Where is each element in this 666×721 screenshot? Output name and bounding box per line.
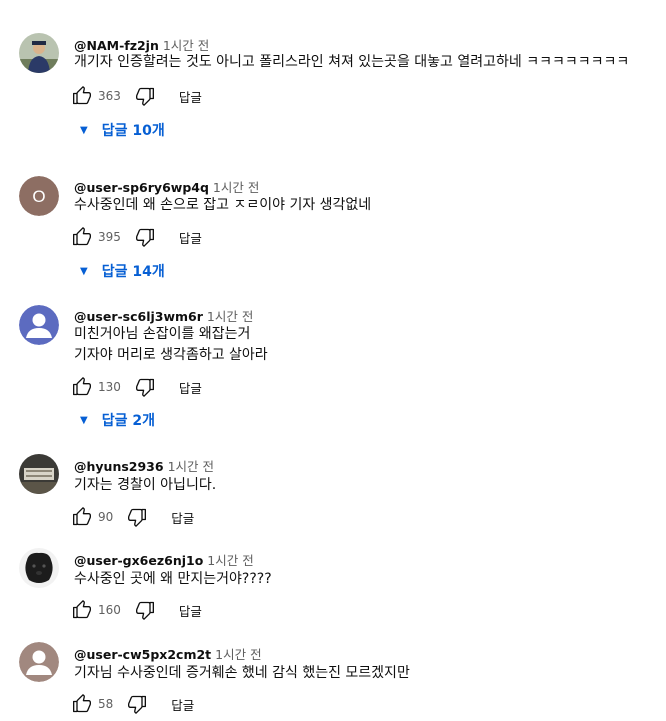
comment-actions: 130 답글 bbox=[72, 376, 202, 398]
avatar[interactable] bbox=[19, 642, 59, 682]
timestamp[interactable]: 1시간 전 bbox=[215, 647, 261, 662]
like-button[interactable]: 130 bbox=[72, 377, 121, 397]
author-handle[interactable]: @user-gx6ez6nj1o bbox=[74, 553, 203, 568]
dislike-button[interactable] bbox=[135, 227, 155, 247]
avatar[interactable] bbox=[19, 33, 59, 73]
thumbs-up-icon bbox=[73, 227, 92, 246]
comment-actions: 160 답글 bbox=[72, 599, 202, 621]
reply-button[interactable]: 답글 bbox=[171, 508, 194, 527]
replies-label: 답글 14개 bbox=[101, 264, 165, 280]
comment-line: 기자님 수사중인데 증거훼손 했네 감식 했는진 모르겠지만 bbox=[74, 665, 410, 681]
comment-text: 개기자 인증할려는 것도 아니고 폴리스라인 쳐져 있는곳을 대놓고 열려고하네… bbox=[74, 52, 629, 73]
like-button[interactable]: 363 bbox=[72, 86, 121, 106]
avatar[interactable] bbox=[19, 305, 59, 345]
like-count: 160 bbox=[98, 603, 121, 617]
dislike-button[interactable] bbox=[135, 86, 155, 106]
comment-line: 수사중인 곳에 왜 만지는거야???? bbox=[74, 571, 272, 587]
caret-down-icon: ▼ bbox=[80, 414, 88, 426]
like-button[interactable]: 395 bbox=[72, 227, 121, 247]
comment-line: 기자야 머리로 생각좀하고 살아라 bbox=[74, 347, 268, 363]
thumbs-up-icon bbox=[73, 600, 92, 619]
dislike-button[interactable] bbox=[127, 507, 147, 527]
like-count: 58 bbox=[98, 697, 114, 711]
comment-meta: @user-cw5px2cm2t 1시간 전 bbox=[74, 644, 262, 663]
author-handle[interactable]: @user-cw5px2cm2t bbox=[74, 647, 211, 662]
thumbs-up-icon bbox=[73, 507, 92, 526]
like-count: 130 bbox=[98, 380, 121, 394]
avatar[interactable] bbox=[19, 454, 59, 494]
timestamp[interactable]: 1시간 전 bbox=[163, 38, 209, 53]
like-button[interactable]: 160 bbox=[72, 600, 121, 620]
comment-text: 수사중인데 왜 손으로 잡고 ㅈㄹ이야 기자 생각없네 bbox=[74, 195, 371, 216]
comment-line: 미친거아님 손잡이를 왜잡는거 bbox=[74, 326, 251, 342]
comment-actions: 395 답글 bbox=[72, 226, 202, 248]
comment-meta: @user-sc6lj3wm6r 1시간 전 bbox=[74, 306, 253, 325]
replies-label: 답글 2개 bbox=[101, 413, 155, 429]
view-replies-button[interactable]: ▼ 답글 14개 bbox=[80, 261, 165, 281]
timestamp[interactable]: 1시간 전 bbox=[213, 180, 259, 195]
avatar[interactable]: O bbox=[19, 176, 59, 216]
thumbs-down-icon bbox=[128, 695, 147, 714]
comment-actions: 58 답글 bbox=[72, 693, 194, 715]
replies-label: 답글 10개 bbox=[101, 123, 165, 139]
dislike-button[interactable] bbox=[135, 600, 155, 620]
thumbs-up-icon bbox=[73, 377, 92, 396]
like-button[interactable]: 58 bbox=[72, 694, 113, 714]
comment-line: 개기자 인증할려는 것도 아니고 폴리스라인 쳐져 있는곳을 대놓고 열려고하네… bbox=[74, 54, 630, 70]
comment-meta: @user-sp6ry6wp4q 1시간 전 bbox=[74, 177, 259, 196]
comment-line: 기자는 경찰이 아닙니다. bbox=[74, 477, 217, 493]
comment-meta: @hyuns2936 1시간 전 bbox=[74, 456, 214, 475]
avatar-letter-icon: O bbox=[19, 176, 59, 216]
avatar-letter: O bbox=[32, 187, 45, 206]
like-count: 363 bbox=[98, 89, 121, 103]
author-handle[interactable]: @user-sp6ry6wp4q bbox=[74, 180, 209, 195]
like-button[interactable]: 90 bbox=[72, 507, 113, 527]
timestamp[interactable]: 1시간 전 bbox=[207, 309, 253, 324]
comment-text: 기자는 경찰이 아닙니다. bbox=[74, 475, 216, 496]
reply-button[interactable]: 답글 bbox=[179, 601, 202, 620]
default-user-icon bbox=[19, 305, 59, 345]
author-handle[interactable]: @hyuns2936 bbox=[74, 459, 164, 474]
thumbs-up-icon bbox=[73, 694, 92, 713]
dislike-button[interactable] bbox=[127, 694, 147, 714]
thumbs-down-icon bbox=[135, 228, 154, 247]
thumbs-down-icon bbox=[135, 601, 154, 620]
comment-text: 기자님 수사중인데 증거훼손 했네 감식 했는진 모르겠지만 bbox=[74, 663, 410, 684]
avatar-photo-icon bbox=[19, 548, 59, 588]
timestamp[interactable]: 1시간 전 bbox=[168, 459, 214, 474]
comment-text: 수사중인 곳에 왜 만지는거야???? bbox=[74, 569, 272, 590]
comment-line: 수사중인데 왜 손으로 잡고 ㅈㄹ이야 기자 생각없네 bbox=[74, 197, 372, 213]
comment-meta: @user-gx6ez6nj1o 1시간 전 bbox=[74, 550, 254, 569]
caret-down-icon: ▼ bbox=[80, 265, 88, 277]
thumbs-down-icon bbox=[135, 378, 154, 397]
avatar-photo-icon bbox=[19, 454, 59, 494]
comment-actions: 363 답글 bbox=[72, 85, 202, 107]
comment-actions: 90 답글 bbox=[72, 506, 194, 528]
author-handle[interactable]: @user-sc6lj3wm6r bbox=[74, 309, 203, 324]
view-replies-button[interactable]: ▼ 답글 10개 bbox=[80, 120, 165, 140]
timestamp[interactable]: 1시간 전 bbox=[207, 553, 253, 568]
like-count: 90 bbox=[98, 510, 114, 524]
caret-down-icon: ▼ bbox=[80, 124, 88, 136]
thumbs-up-icon bbox=[73, 86, 92, 105]
comment-text: 미친거아님 손잡이를 왜잡는거 기자야 머리로 생각좀하고 살아라 bbox=[74, 324, 268, 366]
thumbs-down-icon bbox=[135, 87, 154, 106]
reply-button[interactable]: 답글 bbox=[179, 228, 202, 247]
thumbs-down-icon bbox=[128, 508, 147, 527]
reply-button[interactable]: 답글 bbox=[179, 87, 202, 106]
like-count: 395 bbox=[98, 230, 121, 244]
default-user-icon bbox=[19, 642, 59, 682]
author-handle[interactable]: @NAM-fz2jn bbox=[74, 38, 159, 53]
avatar-photo-icon bbox=[19, 33, 59, 73]
dislike-button[interactable] bbox=[135, 377, 155, 397]
avatar[interactable] bbox=[19, 548, 59, 588]
view-replies-button[interactable]: ▼ 답글 2개 bbox=[80, 410, 155, 430]
reply-button[interactable]: 답글 bbox=[171, 695, 194, 714]
reply-button[interactable]: 답글 bbox=[179, 378, 202, 397]
